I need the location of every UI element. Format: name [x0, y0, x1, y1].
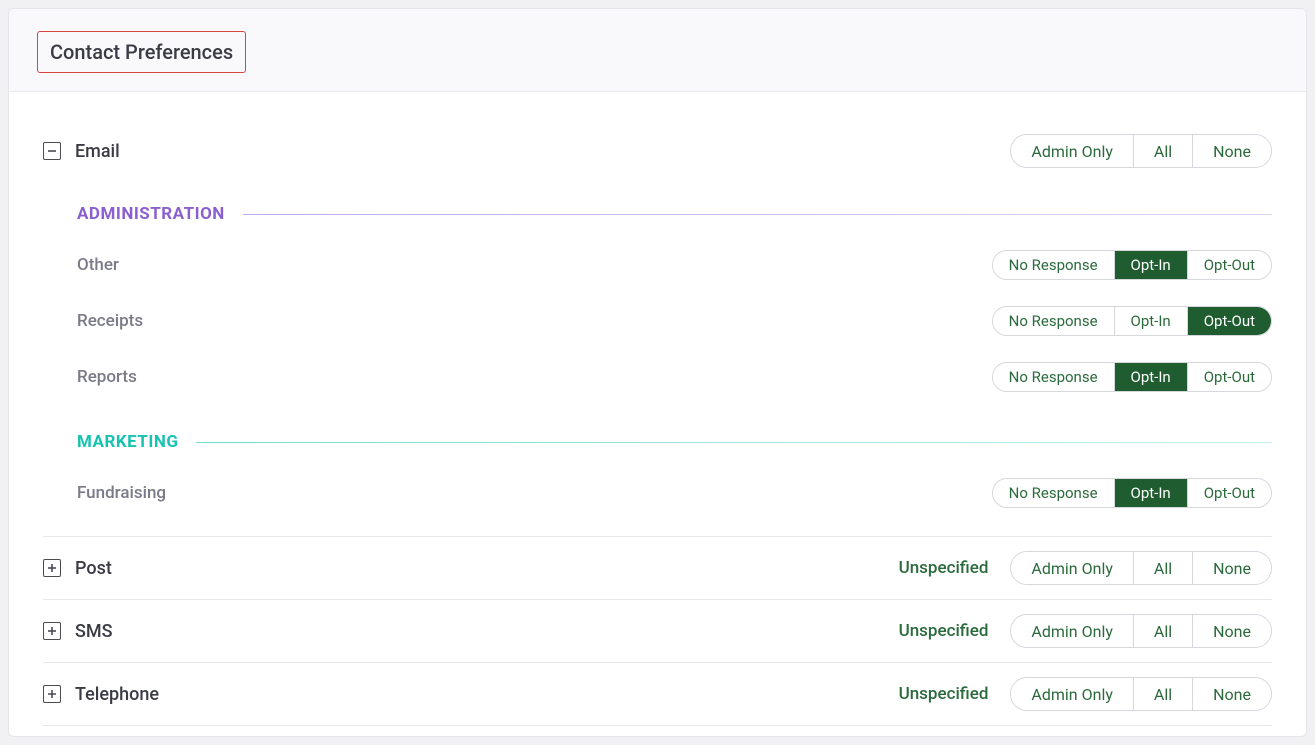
opt-in-button[interactable]: Opt-In [1114, 479, 1187, 507]
bulk-select-sms: Admin Only All None [1010, 614, 1272, 648]
admin-only-button[interactable]: Admin Only [1011, 552, 1133, 584]
no-response-button[interactable]: No Response [993, 479, 1114, 507]
none-button[interactable]: None [1192, 678, 1271, 710]
admin-only-button[interactable]: Admin Only [1011, 615, 1133, 647]
admin-only-button[interactable]: Admin Only [1011, 678, 1133, 710]
none-button[interactable]: None [1192, 615, 1271, 647]
choice-group-receipts: No Response Opt-In Opt-Out [992, 306, 1272, 336]
group-header-marketing: MARKETING [77, 432, 1272, 452]
group-divider-marketing [196, 442, 1272, 443]
all-button[interactable]: All [1133, 135, 1192, 167]
channel-row-email: Email Admin Only All None [43, 120, 1272, 182]
no-response-button[interactable]: No Response [993, 251, 1114, 279]
status-telephone: Unspecified [899, 684, 989, 704]
card-body: Email Admin Only All None ADMINISTRATION… [9, 92, 1306, 736]
pref-label-other: Other [77, 255, 119, 275]
opt-in-button[interactable]: Opt-In [1114, 363, 1187, 391]
expand-icon[interactable] [43, 622, 61, 640]
no-response-button[interactable]: No Response [993, 363, 1114, 391]
group-header-administration: ADMINISTRATION [77, 204, 1272, 224]
channel-row-sms: SMS Unspecified Admin Only All None [43, 599, 1272, 662]
preferences-card: Contact Preferences Email Admin Only All… [8, 8, 1307, 737]
none-button[interactable]: None [1192, 552, 1271, 584]
bulk-select-email: Admin Only All None [1010, 134, 1272, 168]
expand-icon[interactable] [43, 559, 61, 577]
opt-in-button[interactable]: Opt-In [1114, 251, 1187, 279]
email-expanded-section: ADMINISTRATION Other No Response Opt-In … [43, 204, 1272, 536]
channel-row-telephone: Telephone Unspecified Admin Only All Non… [43, 662, 1272, 726]
pref-label-receipts: Receipts [77, 311, 143, 331]
no-response-button[interactable]: No Response [993, 307, 1114, 335]
pref-label-fundraising: Fundraising [77, 483, 166, 503]
admin-only-button[interactable]: Admin Only [1011, 135, 1133, 167]
status-post: Unspecified [899, 558, 989, 578]
pref-row-fundraising: Fundraising No Response Opt-In Opt-Out [77, 470, 1272, 536]
channel-label-sms: SMS [75, 621, 113, 642]
channel-label-post: Post [75, 558, 112, 579]
all-button[interactable]: All [1133, 615, 1192, 647]
group-title-marketing: MARKETING [77, 432, 178, 452]
opt-out-button[interactable]: Opt-Out [1187, 479, 1271, 507]
bulk-select-post: Admin Only All None [1010, 551, 1272, 585]
channel-label-email: Email [75, 141, 120, 162]
card-header: Contact Preferences [9, 9, 1306, 92]
channel-row-post: Post Unspecified Admin Only All None [43, 536, 1272, 599]
status-sms: Unspecified [899, 621, 989, 641]
page-title: Contact Preferences [37, 31, 246, 73]
none-button[interactable]: None [1192, 135, 1271, 167]
opt-out-button[interactable]: Opt-Out [1187, 307, 1271, 335]
opt-in-button[interactable]: Opt-In [1114, 307, 1187, 335]
group-title-administration: ADMINISTRATION [77, 204, 225, 224]
all-button[interactable]: All [1133, 552, 1192, 584]
channel-label-telephone: Telephone [75, 684, 159, 705]
choice-group-fundraising: No Response Opt-In Opt-Out [992, 478, 1272, 508]
collapse-icon[interactable] [43, 142, 61, 160]
pref-row-reports: Reports No Response Opt-In Opt-Out [77, 354, 1272, 410]
pref-row-receipts: Receipts No Response Opt-In Opt-Out [77, 298, 1272, 354]
group-divider-administration [243, 214, 1272, 215]
choice-group-reports: No Response Opt-In Opt-Out [992, 362, 1272, 392]
expand-icon[interactable] [43, 685, 61, 703]
opt-out-button[interactable]: Opt-Out [1187, 363, 1271, 391]
bulk-select-telephone: Admin Only All None [1010, 677, 1272, 711]
all-button[interactable]: All [1133, 678, 1192, 710]
pref-row-other: Other No Response Opt-In Opt-Out [77, 242, 1272, 298]
opt-out-button[interactable]: Opt-Out [1187, 251, 1271, 279]
choice-group-other: No Response Opt-In Opt-Out [992, 250, 1272, 280]
pref-label-reports: Reports [77, 367, 137, 387]
